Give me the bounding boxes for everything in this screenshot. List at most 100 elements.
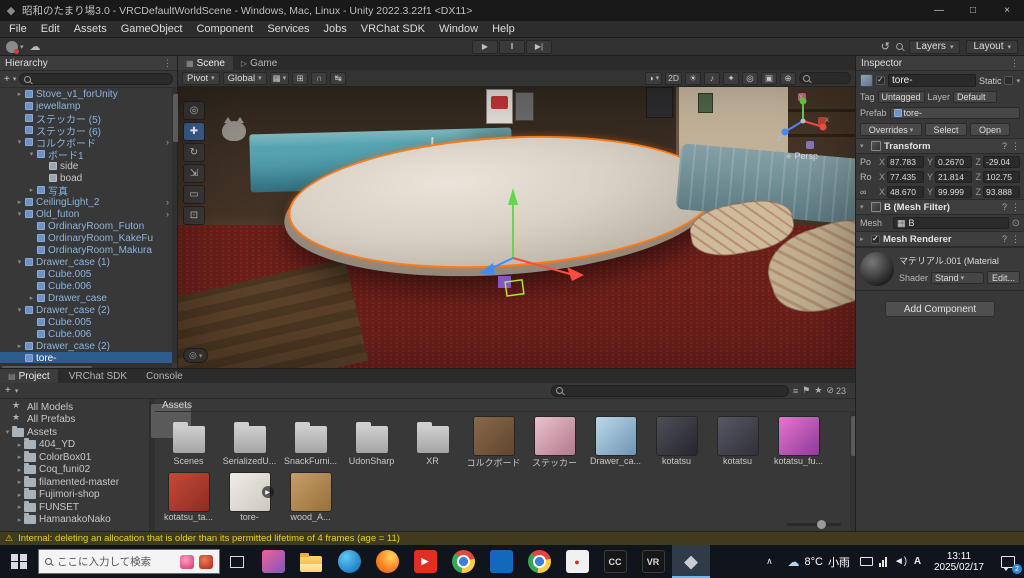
project-search-input[interactable] (551, 384, 790, 397)
expand-arrow-icon[interactable]: ▾ (15, 258, 24, 266)
status-bar[interactable]: ⚠ Internal: deleting an allocation that … (0, 531, 1024, 545)
menu-item[interactable]: Assets (67, 23, 114, 35)
z-value-field[interactable]: 93.888 (983, 185, 1020, 198)
expand-arrow-icon[interactable]: ▾ (15, 210, 24, 218)
layer-dropdown[interactable]: Default (953, 91, 998, 103)
asset-item[interactable]: SerializedU... (221, 415, 278, 469)
asset-item[interactable]: コルクボード (465, 415, 522, 469)
rotate-tool-button[interactable]: ↻ (183, 143, 205, 162)
expand-arrow-icon[interactable]: ▾ (3, 428, 12, 436)
account-icon[interactable] (6, 40, 19, 54)
hierarchy-item[interactable]: ▸ 写真 (0, 184, 172, 198)
pivot-dropdown[interactable]: Pivot ▾ (182, 71, 220, 85)
hierarchy-item[interactable]: OrdinaryRoom_Futon (0, 220, 172, 232)
taskbar-app[interactable]: ● (558, 545, 596, 578)
expand-arrow-icon[interactable]: ▸ (27, 186, 36, 194)
taskbar-app[interactable] (368, 545, 406, 578)
asset-item[interactable]: XR (404, 415, 461, 469)
transform-gizmo[interactable] (418, 181, 618, 316)
prefab-object-field[interactable]: tore- (889, 107, 1020, 119)
scene-view-tab[interactable]: ▷ Game (232, 56, 286, 70)
project-folder[interactable]: All Prefabs (0, 412, 149, 427)
project-folder[interactable]: ▾ Assets (0, 425, 149, 439)
taskbar-app[interactable] (520, 545, 558, 578)
expand-arrow-icon[interactable]: ▸ (15, 453, 24, 461)
asset-item[interactable]: kotatsu_fu... (770, 415, 827, 469)
open-prefab-button[interactable]: Open (970, 123, 1010, 136)
bing-highlight-icon[interactable] (180, 554, 194, 569)
add-object-button[interactable]: + (4, 74, 10, 85)
z-value-field[interactable]: -29.04 (983, 155, 1020, 168)
panel-menu-icon[interactable]: ⋮ (163, 58, 172, 69)
effects-toggle-icon[interactable]: ✦ (723, 71, 739, 85)
help-icon[interactable]: ? (1002, 234, 1007, 245)
menu-item[interactable]: Component (189, 23, 260, 35)
expand-arrow-icon[interactable]: ▸ (27, 294, 36, 302)
thumbnail-zoom-slider[interactable] (787, 520, 841, 529)
touch-keyboard-icon[interactable] (858, 557, 875, 566)
grid-visibility-icon[interactable]: ▦ ▾ (269, 71, 290, 85)
taskbar-app[interactable] (292, 545, 330, 578)
hierarchy-item[interactable]: ▾ Drawer_case (2) (0, 304, 172, 316)
component-menu-icon[interactable]: ⋮ (1011, 202, 1020, 213)
chevron-down-icon[interactable]: ▾ (13, 75, 17, 83)
camera-settings-icon[interactable]: ▣ (761, 71, 777, 85)
task-view-button[interactable] (220, 545, 254, 578)
project-folder[interactable]: ▸ ColorBox01 (0, 450, 149, 464)
account-caret-icon[interactable]: ▾ (20, 43, 24, 51)
scene-view-tab[interactable]: ▦ Scene (178, 56, 233, 70)
renderer-enabled-checkbox[interactable] (871, 234, 880, 244)
hierarchy-item[interactable]: tore- (0, 352, 172, 363)
help-icon[interactable]: ? (1002, 141, 1007, 152)
expand-arrow-icon[interactable]: ▸ (15, 478, 24, 486)
panel-menu-icon[interactable]: ⋮ (1010, 58, 1019, 69)
expand-arrow-icon[interactable]: ▸ (15, 466, 24, 474)
move-tool-button[interactable]: ✚ (183, 122, 205, 141)
search-by-type-icon[interactable]: ≡ (793, 386, 798, 396)
hierarchy-item[interactable]: Cube.006 (0, 280, 172, 292)
cloud-services-icon[interactable]: ☁ (30, 40, 41, 53)
hierarchy-item[interactable]: ▸ Drawer_case (0, 292, 172, 304)
project-folder[interactable]: ▸ Fujimori-shop (0, 488, 149, 502)
hierarchy-item[interactable]: Cube.006 (0, 328, 172, 340)
taskbar-clock[interactable]: 13:11 2025/02/17 (926, 551, 992, 573)
menu-item[interactable]: Help (485, 23, 522, 35)
static-checkbox[interactable] (1004, 76, 1014, 85)
render-doodad-icon[interactable]: ◑ ▾ (645, 71, 663, 85)
menu-item[interactable]: Edit (34, 23, 67, 35)
asset-item[interactable]: ▶ tore- (221, 471, 278, 522)
favorites-icon[interactable]: ★ (814, 385, 822, 396)
object-name-field[interactable]: tore- (888, 74, 976, 87)
hidden-packages-toggle[interactable]: ⊘ 23 (826, 385, 846, 396)
asset-item[interactable]: kotatsu (709, 415, 766, 469)
projection-mode-label[interactable]: ◆ Persp (766, 151, 838, 161)
x-value-field[interactable]: 77.435 (887, 170, 924, 183)
expand-arrow-icon[interactable]: ▾ (27, 150, 36, 158)
project-folder[interactable]: ▸ HamanakoNako (0, 513, 149, 527)
bottom-panel-tab[interactable]: ▤ Project (0, 369, 58, 383)
lighting-toggle-icon[interactable]: ☀ (685, 71, 701, 85)
expand-arrow-icon[interactable]: ▸ (15, 491, 24, 499)
y-value-field[interactable]: 99.999 (935, 185, 972, 198)
volume-icon[interactable]: ◄) (892, 556, 909, 567)
hierarchy-search-input[interactable] (19, 73, 173, 85)
undo-history-icon[interactable]: ↺ (881, 40, 890, 53)
component-menu-icon[interactable]: ⋮ (1011, 141, 1020, 152)
hierarchy-item[interactable]: boad (0, 172, 172, 184)
expand-arrow-icon[interactable]: ▾ (15, 138, 24, 146)
z-value-field[interactable]: 102.75 (983, 170, 1020, 183)
select-button[interactable]: Select (925, 123, 967, 136)
view-tool-button[interactable]: ◎ (183, 101, 205, 120)
scene-camera-overlay-button[interactable]: ◎ ▾ (183, 348, 209, 363)
taskbar-app[interactable]: VR (634, 545, 672, 578)
transform-component-header[interactable]: ▾ Transform ? ⋮ (856, 138, 1024, 154)
project-folder[interactable]: ▸ filamented-master (0, 475, 149, 489)
component-menu-icon[interactable]: ⋮ (1011, 234, 1020, 245)
network-icon[interactable] (875, 556, 892, 567)
action-center-button[interactable]: 2 (992, 545, 1024, 578)
tray-expand-caret[interactable]: ∧ (759, 556, 779, 567)
rect-tool-button[interactable]: ▭ (183, 185, 205, 204)
expand-arrow-icon[interactable]: ▸ (15, 90, 24, 98)
chevron-down-icon[interactable]: ▾ (15, 387, 19, 395)
hierarchy-item[interactable]: ▸ Drawer_case (2) (0, 340, 172, 352)
